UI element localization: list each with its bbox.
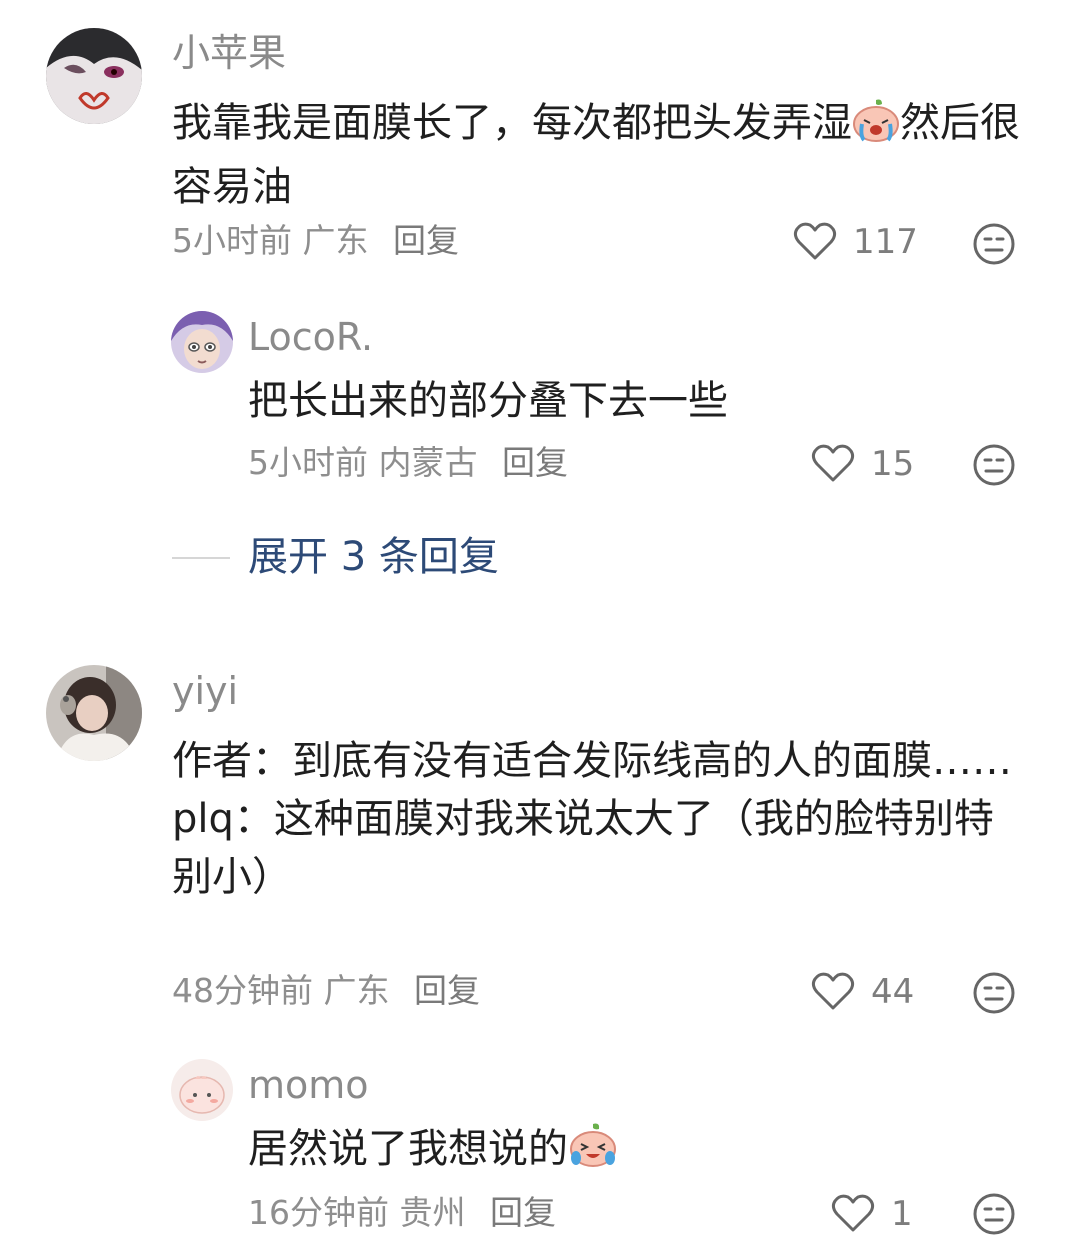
reply-meta: 5小时前 内蒙古 回复 — [248, 446, 568, 479]
heart-outline-icon[interactable] — [793, 221, 837, 261]
comment-text: 我靠我是面膜长了，每次都把头发弄湿 然后很容易油 — [172, 94, 1032, 216]
username[interactable]: 小苹果 — [172, 34, 286, 72]
meh-face-icon[interactable] — [972, 222, 1016, 266]
heart-outline-icon[interactable] — [811, 443, 855, 483]
laughing-crying-peach-emoji — [568, 1122, 618, 1184]
meh-face-icon[interactable] — [972, 443, 1016, 487]
comment-text-part: 我靠我是面膜长了，每次都把头发弄湿 — [172, 100, 852, 146]
divider — [172, 557, 230, 559]
username[interactable]: yiyi — [172, 672, 238, 710]
reply-text-part: 居然说了我想说的 — [248, 1126, 568, 1172]
timestamp: 5小时前 — [172, 221, 292, 260]
avatar[interactable] — [171, 311, 233, 373]
timestamp: 5小时前 — [248, 443, 368, 482]
comment-meta: 5小时前 广东 回复 — [172, 224, 459, 257]
reply-text: 居然说了我想说的 — [248, 1120, 1028, 1184]
avatar[interactable] — [46, 28, 142, 124]
avatar[interactable] — [171, 1059, 233, 1121]
meh-face-icon[interactable] — [972, 1192, 1016, 1236]
location: 贵州 — [399, 1193, 466, 1232]
heart-outline-icon[interactable] — [831, 1193, 875, 1233]
expand-replies-button[interactable]: 展开 3 条回复 — [248, 537, 499, 577]
comment-meta: 48分钟前 广东 回复 — [172, 974, 480, 1007]
like-count: 44 — [871, 972, 915, 1012]
location: 内蒙古 — [378, 443, 478, 482]
username[interactable]: momo — [248, 1066, 369, 1104]
reply-button[interactable]: 回复 — [490, 1193, 556, 1232]
location: 广东 — [323, 971, 390, 1010]
timestamp: 48分钟前 — [172, 971, 313, 1010]
comment-text-line: 作者：到底有没有适合发际线高的人的面膜…… — [172, 738, 1012, 784]
comment-text: 作者：到底有没有适合发际线高的人的面膜…… plq：这种面膜对我来说太大了（我的… — [172, 732, 1028, 906]
reply-button[interactable]: 回复 — [502, 443, 568, 482]
avatar[interactable] — [46, 665, 142, 761]
like-count: 15 — [871, 444, 915, 484]
meh-face-icon[interactable] — [972, 971, 1016, 1015]
timestamp: 16分钟前 — [248, 1193, 389, 1232]
username[interactable]: LocoR. — [248, 318, 373, 356]
crying-peach-emoji — [852, 98, 900, 158]
reply-text: 把长出来的部分叠下去一些 — [248, 378, 728, 424]
location: 广东 — [302, 221, 369, 260]
reply-button[interactable]: 回复 — [414, 971, 480, 1010]
reply-button[interactable]: 回复 — [393, 221, 459, 260]
reply-meta: 16分钟前 贵州 回复 — [248, 1196, 556, 1229]
like-count: 1 — [891, 1194, 913, 1234]
heart-outline-icon[interactable] — [811, 971, 855, 1011]
comment-text-line: plq：这种面膜对我来说太大了（我的脸特别特别小） — [172, 796, 994, 900]
like-count: 117 — [853, 222, 918, 262]
